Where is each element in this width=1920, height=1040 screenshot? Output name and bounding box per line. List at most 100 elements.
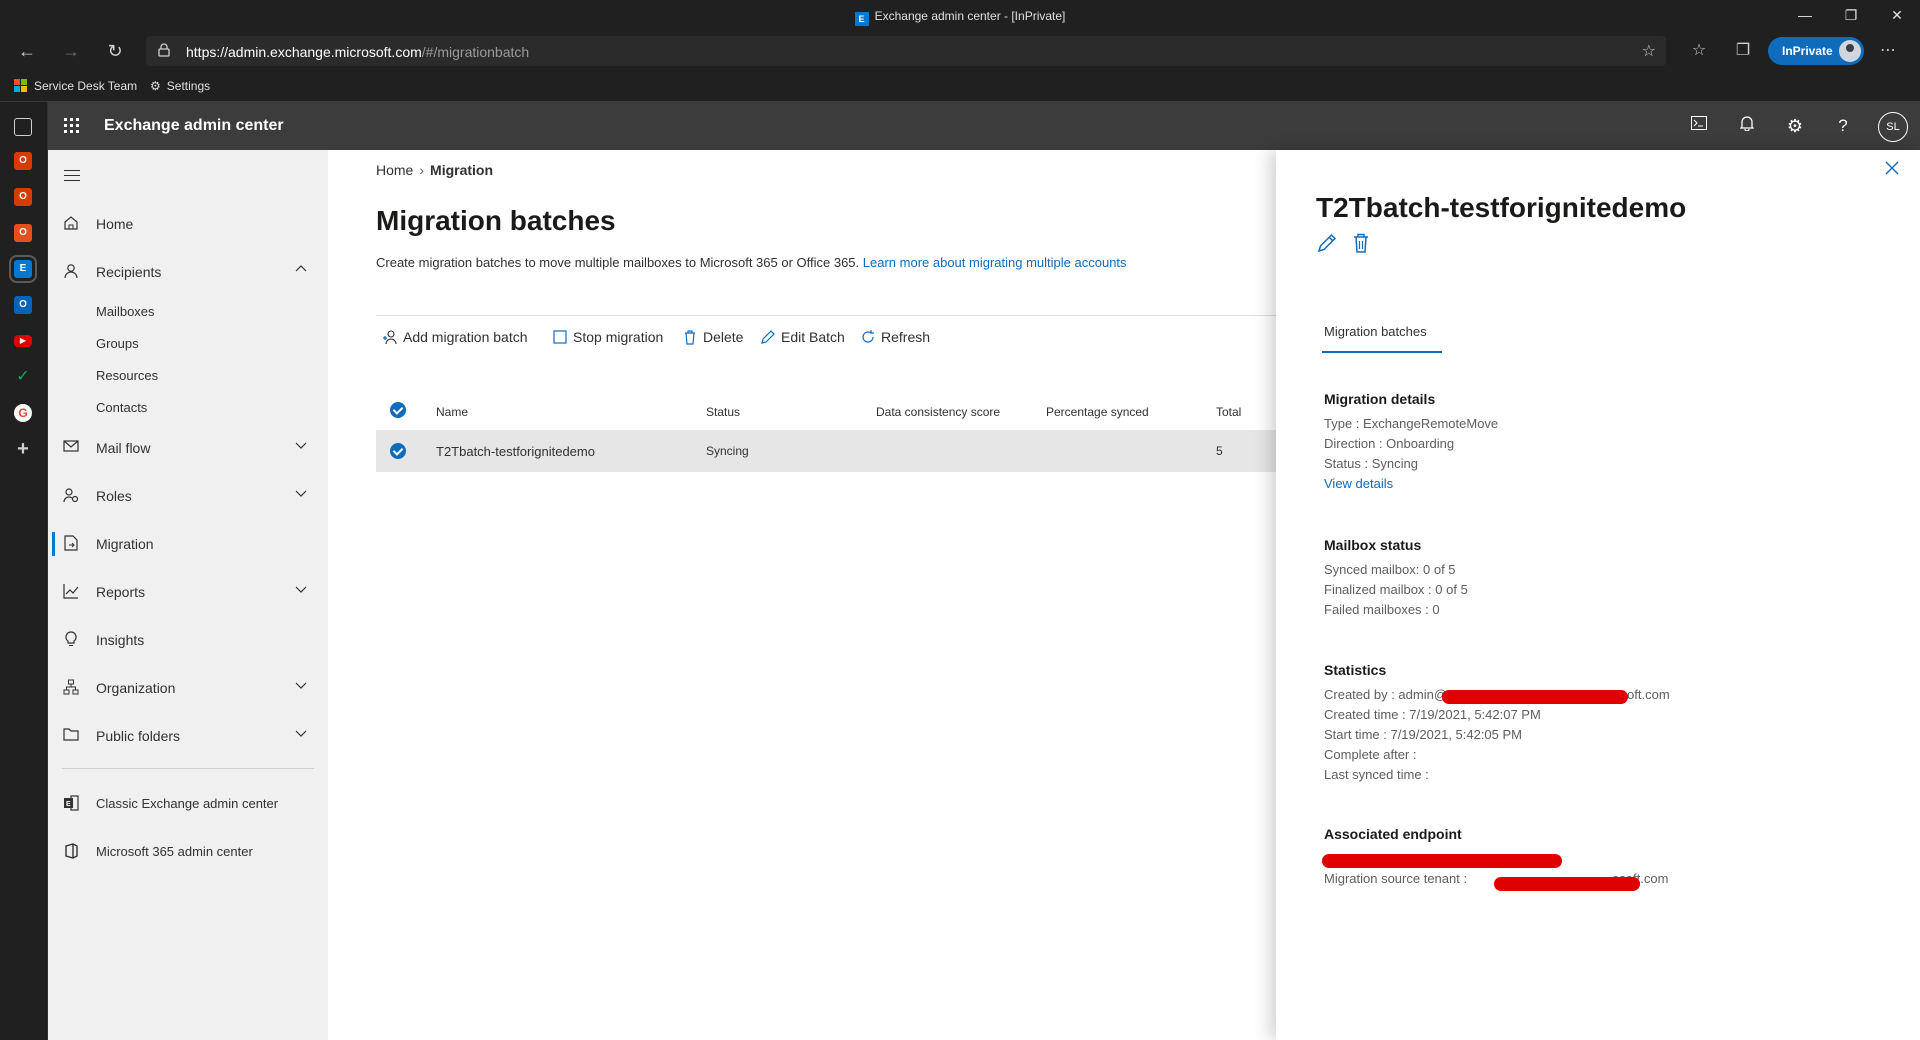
collections-icon[interactable]: ❐ <box>1730 40 1756 60</box>
row-checkbox[interactable] <box>390 443 406 459</box>
row-name[interactable]: T2Tbatch-testforignitedemo <box>436 444 595 459</box>
office-icon-2[interactable]: O <box>14 188 32 206</box>
breadcrumb-chevron-icon: › <box>419 162 425 178</box>
chevron-down-icon[interactable] <box>294 726 308 740</box>
left-navigation: Home Recipients Mailboxes Groups Resourc… <box>48 150 328 1040</box>
google-icon[interactable]: G <box>14 404 32 422</box>
nav-item-roles[interactable]: Roles <box>48 476 328 516</box>
url-text[interactable]: https://admin.exchange.microsoft.com/#/m… <box>186 44 529 60</box>
youtube-icon[interactable]: ▶ <box>14 335 32 347</box>
refresh-button[interactable]: Refresh <box>860 329 930 345</box>
nav-item-label: Roles <box>96 488 132 504</box>
column-header-percentage-synced[interactable]: Percentage synced <box>1046 405 1149 419</box>
app-launcher-icon[interactable] <box>64 118 80 134</box>
chevron-down-icon[interactable] <box>294 678 308 692</box>
outlook-icon[interactable]: O <box>14 296 32 314</box>
minimize-icon[interactable]: — <box>1782 0 1828 32</box>
terminal-icon[interactable] <box>1688 115 1710 137</box>
complete-after: Complete after : <box>1324 747 1417 762</box>
close-icon[interactable] <box>1882 158 1902 178</box>
nav-item-label: Insights <box>96 632 145 648</box>
reload-icon[interactable]: ↻ <box>100 38 130 64</box>
stop-migration-button[interactable]: Stop migration <box>552 329 663 345</box>
add-icon[interactable]: + <box>14 439 32 459</box>
hamburger-icon[interactable] <box>64 170 80 182</box>
delete-trash-icon[interactable] <box>1350 232 1372 254</box>
favorite-label: Service Desk Team <box>34 79 138 93</box>
add-migration-batch-button[interactable]: Add migration batch <box>382 329 528 345</box>
nav-item-reports[interactable]: Reports <box>48 572 328 612</box>
app-name[interactable]: Exchange admin center <box>104 117 284 135</box>
classic-exchange-icon: E <box>62 795 80 813</box>
office-icon-3[interactable]: O <box>14 224 32 242</box>
detail-type: Type : ExchangeRemoteMove <box>1324 416 1499 431</box>
bell-icon[interactable] <box>1736 115 1758 137</box>
folder-icon <box>62 727 80 745</box>
detail-direction: Direction : Onboarding <box>1324 436 1455 451</box>
office-logo-icon <box>62 843 80 861</box>
help-icon[interactable]: ? <box>1832 115 1854 137</box>
favorites-bar: Service Desk Team ⚙ Settings <box>0 70 1920 102</box>
url-box[interactable]: https://admin.exchange.microsoft.com/#/m… <box>146 36 1666 66</box>
favorite-label: Settings <box>166 79 211 93</box>
favorites-icon[interactable]: ☆ <box>1686 40 1712 60</box>
exchange-tab-icon: E <box>854 12 869 26</box>
view-details-link[interactable]: View details <box>1324 476 1393 491</box>
chart-icon <box>62 583 80 601</box>
column-header-status[interactable]: Status <box>706 405 740 419</box>
nav-sub-resources[interactable]: Resources <box>96 368 158 383</box>
tab-actions-icon[interactable] <box>14 118 32 136</box>
nav-item-insights[interactable]: Insights <box>48 620 328 660</box>
nav-item-mail-flow[interactable]: Mail flow <box>48 428 328 468</box>
table-row[interactable]: T2Tbatch-testforignitedemo Syncing 5 <box>376 430 1276 472</box>
finalized-mailbox: Finalized mailbox : 0 of 5 <box>1324 582 1468 597</box>
command-label: Refresh <box>881 329 931 345</box>
nav-item-recipients[interactable]: Recipients <box>48 252 328 292</box>
learn-more-link[interactable]: Learn more about migrating multiple acco… <box>863 255 1127 270</box>
breadcrumb-home[interactable]: Home <box>376 162 413 178</box>
back-icon[interactable]: ← <box>12 38 42 64</box>
lock-icon <box>158 43 170 57</box>
nav-item-home[interactable]: Home <box>48 204 328 244</box>
edit-batch-button[interactable]: Edit Batch <box>760 329 845 345</box>
suite-header: Exchange admin center ⚙ ? SL <box>48 102 1920 150</box>
nav-link-m365-admin[interactable]: Microsoft 365 admin center <box>48 832 328 872</box>
close-window-icon[interactable]: ✕ <box>1874 0 1920 32</box>
restore-icon[interactable]: ❐ <box>1828 0 1874 32</box>
user-avatar[interactable]: SL <box>1878 112 1908 142</box>
add-favorite-icon[interactable]: ☆ <box>1642 41 1656 61</box>
nav-sub-mailboxes[interactable]: Mailboxes <box>96 304 155 319</box>
nav-sub-contacts[interactable]: Contacts <box>96 400 147 415</box>
select-all-checkbox[interactable] <box>390 402 406 418</box>
more-options-icon[interactable]: ⋯ <box>1880 40 1896 60</box>
chevron-down-icon[interactable] <box>294 582 308 596</box>
column-header-name[interactable]: Name <box>436 405 468 419</box>
chevron-down-icon[interactable] <box>294 486 308 500</box>
nav-item-public-folders[interactable]: Public folders <box>48 716 328 756</box>
url-path: /#/migrationbatch <box>421 44 530 60</box>
chevron-up-icon[interactable] <box>294 262 308 276</box>
inprivate-button[interactable]: InPrivate <box>1768 37 1864 65</box>
tab-migration-batches[interactable]: Migration batches <box>1324 324 1427 339</box>
chevron-down-icon[interactable] <box>294 438 308 452</box>
edit-pencil-icon[interactable] <box>1316 232 1338 254</box>
favorite-service-desk[interactable]: Service Desk Team <box>14 79 137 93</box>
nav-item-migration[interactable]: Migration <box>48 524 328 564</box>
exchange-icon[interactable]: E <box>9 255 37 283</box>
nav-item-label: Recipients <box>96 264 162 280</box>
nav-item-organization[interactable]: Organization <box>48 668 328 708</box>
gear-icon[interactable]: ⚙ <box>1784 115 1806 137</box>
created-by-suffix: oft.com <box>1627 687 1670 702</box>
forward-icon[interactable]: → <box>56 38 86 64</box>
office-icon[interactable]: O <box>14 152 32 170</box>
migration-details-section: Migration details Type : ExchangeRemoteM… <box>1324 390 1498 494</box>
favorite-settings[interactable]: ⚙ Settings <box>150 79 210 93</box>
delete-button[interactable]: Delete <box>682 329 743 345</box>
url-base: https://admin.exchange.microsoft.com <box>186 44 422 60</box>
link-icon[interactable]: ✓ <box>14 368 32 386</box>
nav-link-classic-eac[interactable]: E Classic Exchange admin center <box>48 784 328 824</box>
gear-icon: ⚙ <box>150 79 161 93</box>
column-header-data-consistency[interactable]: Data consistency score <box>876 405 1000 419</box>
nav-sub-groups[interactable]: Groups <box>96 336 139 351</box>
column-header-total[interactable]: Total <box>1216 405 1241 419</box>
